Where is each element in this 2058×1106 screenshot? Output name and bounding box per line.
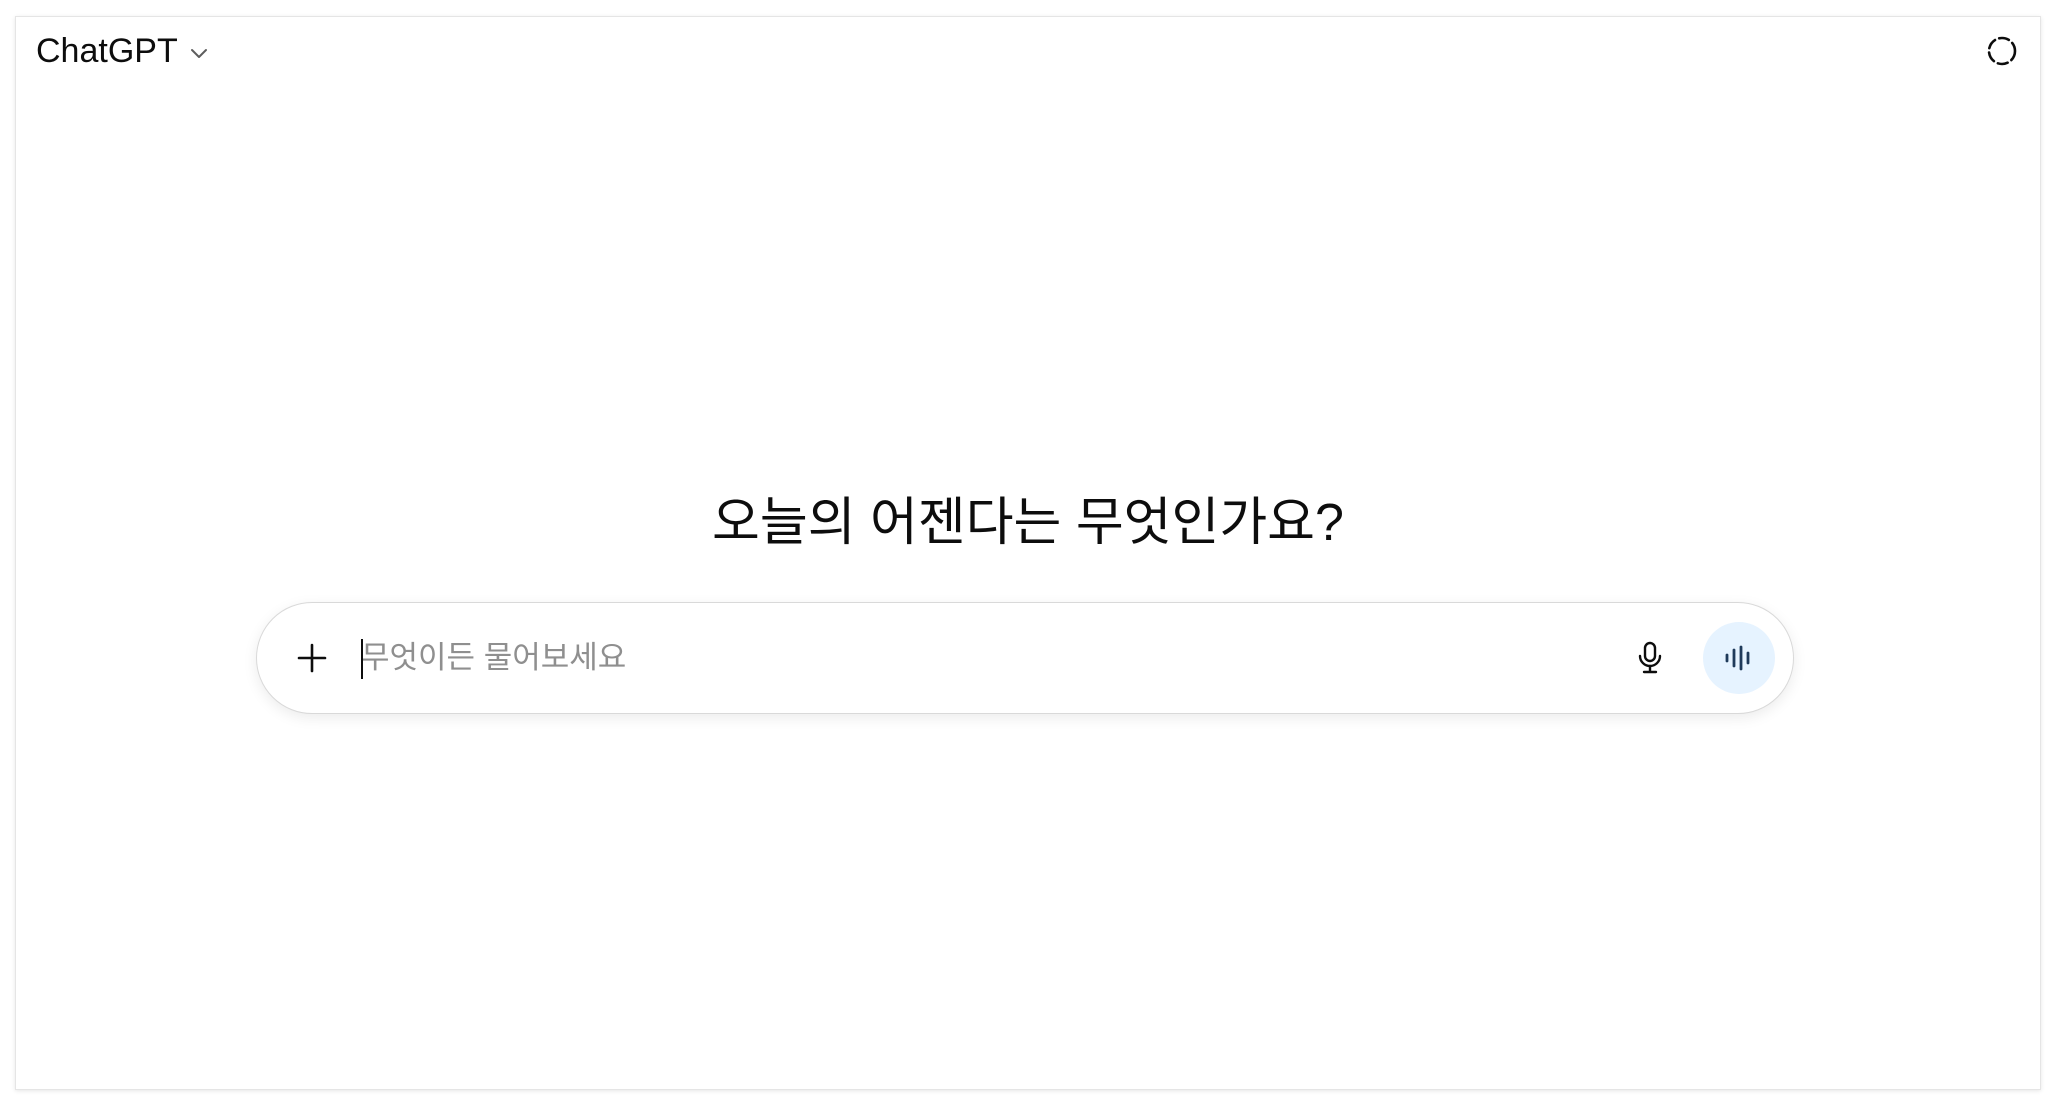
prompt-composer xyxy=(256,602,1794,714)
microphone-icon xyxy=(1634,640,1666,676)
prompt-input[interactable] xyxy=(361,629,1561,687)
voice-mode-button[interactable] xyxy=(1703,622,1775,694)
text-caret xyxy=(361,639,363,679)
attach-button[interactable] xyxy=(287,633,337,683)
temporary-chat-button[interactable] xyxy=(1982,31,2022,71)
model-selector-button[interactable]: ChatGPT xyxy=(26,29,218,73)
model-name: ChatGPT xyxy=(36,32,178,70)
plus-icon xyxy=(295,641,329,675)
chevron-down-icon xyxy=(186,40,212,66)
app-window: ChatGPT 오늘의 어젠다는 무엇인가요? xyxy=(15,16,2041,1090)
dictate-button[interactable] xyxy=(1625,633,1675,683)
dashed-circle-icon xyxy=(1985,34,2019,68)
voice-waveform-icon xyxy=(1723,644,1755,672)
page-headline: 오늘의 어젠다는 무엇인가요? xyxy=(712,493,1344,552)
